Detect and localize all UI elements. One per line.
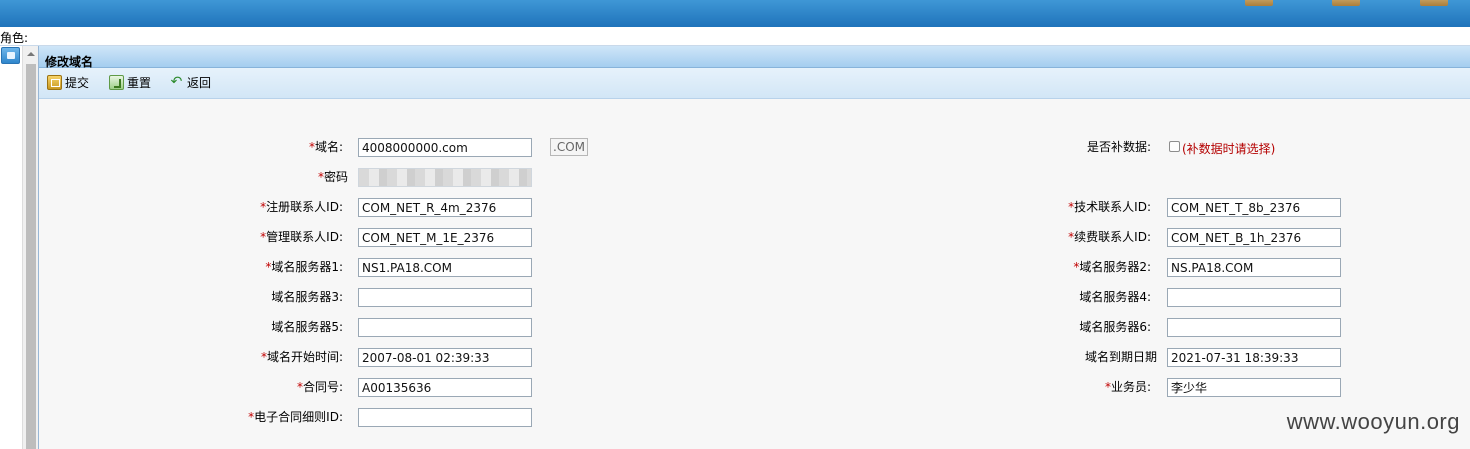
left-tree (0, 46, 22, 449)
submit-label: 提交 (65, 75, 90, 90)
reg-contact-label: *注册联系人ID: (260, 200, 343, 214)
ns5-label: 域名服务器5: (271, 320, 343, 334)
panel-title-bar: 修改域名 (39, 46, 1470, 69)
ns6-input[interactable] (1167, 318, 1341, 337)
ns1-label: *域名服务器1: (265, 260, 343, 274)
billing-contact-label: *续费联系人ID: (1068, 230, 1151, 244)
watermark: www.wooyun.org (1286, 409, 1460, 434)
submit-icon (47, 74, 62, 90)
toolbar: 提交 重置 ↶ 返回 (39, 68, 1470, 99)
scroll-up-arrow-icon[interactable] (27, 52, 35, 56)
billing-contact-input[interactable] (1167, 228, 1341, 247)
reset-icon (109, 74, 124, 90)
back-label: 返回 (187, 75, 212, 90)
reset-button[interactable]: 重置 (109, 72, 151, 92)
start-time-input[interactable] (358, 348, 532, 367)
role-bar: 角色: (0, 27, 1470, 46)
main-panel: 修改域名 提交 重置 ↶ 返回 *域名: .COM 是否补数据: (补数据时请选… (38, 46, 1470, 449)
reg-contact-input[interactable] (358, 198, 532, 217)
supplement-label: 是否补数据: (1086, 140, 1151, 154)
ns3-label: 域名服务器3: (271, 290, 343, 304)
e-contract-label: *电子合同细则ID: (248, 410, 343, 424)
e-contract-input[interactable] (358, 408, 532, 427)
domain-label: *域名: (308, 140, 343, 154)
admin-contact-label: *管理联系人ID: (260, 230, 343, 244)
back-arrow-icon: ↶ (170, 73, 183, 90)
ns2-input[interactable] (1167, 258, 1341, 277)
ns6-label: 域名服务器6: (1079, 320, 1151, 334)
submit-button[interactable]: 提交 (47, 72, 89, 92)
tree-node-icon[interactable] (1, 47, 20, 64)
ns4-label: 域名服务器4: (1079, 290, 1151, 304)
top-link-3[interactable] (1420, 0, 1448, 6)
password-input[interactable] (358, 168, 532, 187)
top-banner (0, 0, 1470, 27)
ns4-input[interactable] (1167, 288, 1341, 307)
role-label: 角色: (0, 31, 29, 45)
password-label: *密码 (317, 170, 348, 184)
salesperson-label: *业务员: (1104, 380, 1151, 394)
scroll-thumb[interactable] (26, 64, 36, 449)
supplement-note: (补数据时请选择) (1182, 142, 1276, 156)
contract-no-input[interactable] (358, 378, 532, 397)
salesperson-input[interactable] (1167, 378, 1341, 397)
reset-label: 重置 (127, 75, 152, 90)
top-link-2[interactable] (1332, 0, 1360, 6)
ns2-label: *域名服务器2: (1073, 260, 1151, 274)
domain-suffix: .COM (550, 138, 588, 156)
expire-date-label: 域名到期日期 (1084, 350, 1157, 364)
supplement-checkbox[interactable] (1169, 141, 1180, 152)
expire-date-input[interactable] (1167, 348, 1341, 367)
admin-contact-input[interactable] (358, 228, 532, 247)
start-time-label: *域名开始时间: (260, 350, 343, 364)
back-button[interactable]: ↶ 返回 (169, 72, 211, 92)
ns5-input[interactable] (358, 318, 532, 337)
ns3-input[interactable] (358, 288, 532, 307)
domain-input[interactable] (358, 138, 532, 157)
top-link-1[interactable] (1245, 0, 1273, 6)
vertical-scrollbar[interactable] (22, 46, 38, 449)
contract-no-label: *合同号: (296, 380, 343, 394)
ns1-input[interactable] (358, 258, 532, 277)
tech-contact-input[interactable] (1167, 198, 1341, 217)
tech-contact-label: *技术联系人ID: (1068, 200, 1151, 214)
